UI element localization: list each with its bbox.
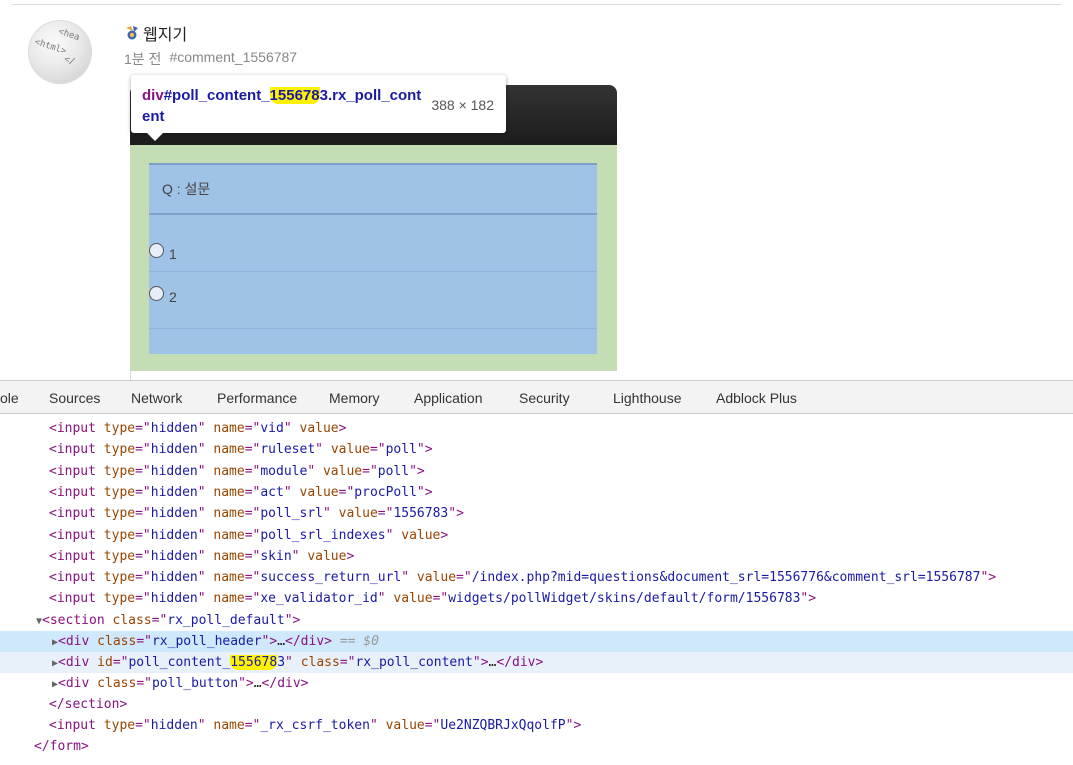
comment-author[interactable]: 웹지기	[124, 21, 187, 45]
attr-value: poll	[377, 463, 410, 479]
tooltip-selector: div#poll_content_1556783.rx_poll_content	[142, 85, 427, 127]
comment-time: 1분 전	[124, 51, 162, 67]
radio-button[interactable]	[149, 243, 164, 258]
attr-value: success_return_url	[260, 570, 402, 586]
selected-marker: == $0	[339, 634, 379, 649]
dom-node-poll-header[interactable]: ▶<div class="rx_poll_header">…</div> == …	[0, 631, 1073, 652]
poll-content: Q : 설문 1 2	[149, 163, 597, 354]
dom-node-section-close[interactable]: </section>	[0, 694, 1073, 715]
attr-value: 3	[277, 655, 286, 670]
poll-question: Q : 설문	[149, 165, 597, 215]
poll-option[interactable]: 1	[149, 215, 597, 272]
devtools-panel: ole Sources Network Performance Memory A…	[0, 380, 1073, 765]
attr-value: 1556783	[393, 506, 449, 522]
attr-value: xe_validator_id	[260, 591, 378, 607]
attr-value: poll	[385, 442, 417, 458]
attr-value: Ue2NZQBRJxQqolfP	[440, 718, 566, 733]
attr-value: widgets/pollWidget/skins/default/form/15…	[448, 591, 801, 607]
attr-value: poll_button	[151, 676, 239, 691]
dom-node-hidden-input[interactable]: <input type="hidden" name="module" value…	[0, 461, 1073, 482]
attr-value: poll_srl	[260, 506, 323, 522]
tab-network[interactable]: Network	[131, 390, 182, 406]
attr-value: _rx_csrf_token	[260, 718, 370, 733]
author-name[interactable]: 웹지기	[143, 21, 187, 45]
page-viewport: <html> <hea </ 웹지기 1분 전 #comment_1556787…	[0, 0, 1073, 380]
comment-meta: 1분 전 #comment_1556787	[124, 49, 297, 69]
tab-lighthouse[interactable]: Lighthouse	[613, 390, 682, 406]
tab-memory[interactable]: Memory	[329, 390, 380, 406]
tooltip-tag: div	[142, 87, 164, 104]
devtools-tab-bar: ole Sources Network Performance Memory A…	[0, 380, 1073, 414]
comment-permalink[interactable]: #comment_1556787	[169, 49, 297, 69]
tab-application[interactable]: Application	[414, 390, 483, 406]
attr-value: ruleset	[260, 442, 316, 458]
attr-value: procPoll	[354, 484, 417, 500]
dom-node-hidden-input[interactable]: <input type="hidden" name="poll_srl" val…	[0, 503, 1073, 524]
poll-option[interactable]: 2	[149, 272, 597, 329]
attr-value: skin	[260, 548, 292, 564]
attr-value: vid	[260, 421, 284, 436]
tooltip-arrow	[147, 133, 163, 141]
attr-value: act	[260, 484, 284, 500]
attr-value: /index.php?mid=questions&document_srl=15…	[471, 570, 981, 586]
tab-security[interactable]: Security	[519, 390, 570, 406]
dom-node-hidden-input[interactable]: <input type="hidden" name="act" value="p…	[0, 482, 1073, 503]
elements-tree[interactable]: <input type="hidden" name="vid" value> <i…	[0, 414, 1073, 765]
dom-node-hidden-input[interactable]: <input type="hidden" name="vid" value>	[0, 418, 1073, 439]
attr-value: poll_srl_indexes	[260, 527, 386, 543]
poll-option-label: 2	[169, 289, 177, 305]
attr-value: rx_poll_default	[167, 613, 285, 628]
member-level-icon	[124, 25, 140, 41]
dom-node-form-close[interactable]: </form>	[0, 736, 1073, 757]
tab-console[interactable]: ole	[0, 390, 19, 406]
radio-button[interactable]	[149, 286, 164, 301]
divider	[12, 4, 1062, 5]
dom-node-poll-button[interactable]: ▶<div class="poll_button">…</div>	[0, 673, 1073, 694]
attr-value: module	[260, 463, 308, 479]
tooltip-selector-part: #poll_content_	[163, 87, 270, 104]
tab-sources[interactable]: Sources	[49, 390, 100, 406]
attr-value: rx_poll_header	[151, 634, 262, 649]
tooltip-size: 388 × 182	[431, 97, 494, 113]
dom-node-poll-content[interactable]: ▶<div id="poll_content_1556783" class="r…	[0, 652, 1073, 673]
attr-value: rx_poll_content	[355, 655, 473, 670]
tab-adblock-plus[interactable]: Adblock Plus	[716, 390, 797, 406]
dom-node-hidden-input[interactable]: <input type="hidden" name="ruleset" valu…	[0, 439, 1073, 460]
avatar[interactable]: <html> <hea </	[28, 20, 92, 84]
dom-node-hidden-input[interactable]: <input type="hidden" name="success_retur…	[0, 567, 1073, 588]
poll-option-label: 1	[169, 246, 177, 262]
tooltip-selector-highlight: 155678	[269, 87, 320, 104]
dom-node-csrf-input[interactable]: <input type="hidden" name="_rx_csrf_toke…	[0, 715, 1073, 736]
dom-node-hidden-input[interactable]: <input type="hidden" name="xe_validator_…	[0, 588, 1073, 609]
dom-node-section[interactable]: ▼<section class="rx_poll_default">	[0, 610, 1073, 631]
tab-performance[interactable]: Performance	[217, 390, 297, 406]
inspect-tooltip: div#poll_content_1556783.rx_poll_content…	[131, 75, 506, 141]
attr-value-highlight: 155678	[230, 655, 278, 670]
poll-footer	[130, 371, 617, 380]
dom-node-hidden-input[interactable]: <input type="hidden" name="poll_srl_inde…	[0, 525, 1073, 546]
attr-value: poll_content_	[128, 655, 231, 670]
dom-node-hidden-input[interactable]: <input type="hidden" name="skin" value>	[0, 546, 1073, 567]
